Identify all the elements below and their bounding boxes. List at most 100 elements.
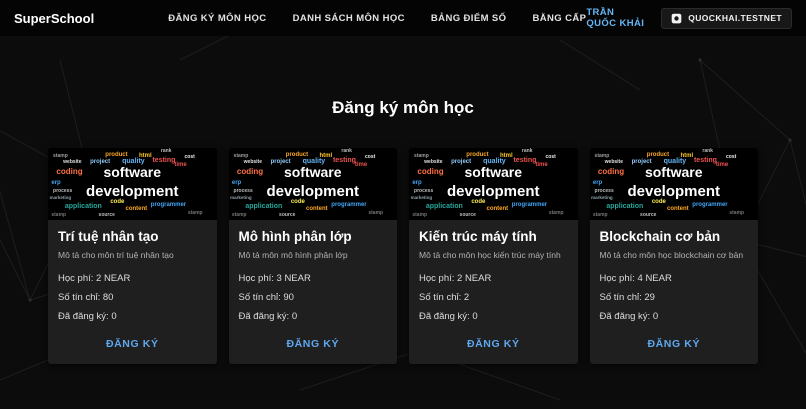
wordcloud-word: application [606,203,644,211]
wordcloud-word: stamp [548,210,564,217]
wordcloud-word: stamp [412,211,428,218]
register-button[interactable]: ĐĂNG KÝ [457,334,530,354]
wordcloud-word: software [644,164,703,181]
wordcloud-word: testing [332,156,356,164]
course-registered: Đã đăng ký: 0 [58,311,117,322]
nav-item-danh-sach-mon-hoc[interactable]: DANH SÁCH MÔN HỌC [293,13,405,24]
course-fee: Học phí: 2 NEAR [58,273,131,284]
user-name-link[interactable]: TRẦN QUỐC KHẢI [586,7,645,29]
course-fee: Học phí: 2 NEAR [419,273,492,284]
wordcloud-word: software [283,164,342,181]
course-title: Mô hình phân lớp [238,229,352,244]
wordcloud-word: content [667,205,689,212]
course-title: Blockchain cơ bản [599,229,721,244]
wordcloud-word: erp [51,179,61,186]
wordcloud-word: coding [417,167,444,177]
wordcloud-word: rank [702,148,713,155]
wordcloud-word: project [631,158,652,165]
course-card: software development rank html product qualit… [228,148,398,364]
wordcloud-word: website [604,159,623,166]
brand-logo[interactable]: SuperSchool [14,11,94,26]
wordcloud-word: website [63,159,82,166]
nav-menu: ĐĂNG KÝ MÔN HỌC DANH SÁCH MÔN HỌC BẢNG Đ… [168,13,586,24]
wordcloud-word: marketing [591,195,613,201]
wordcloud-word: process [53,188,73,195]
course-card-body: Blockchain cơ bản Mô tả cho môn học bloc… [590,220,759,330]
wordcloud-word: coding [56,167,83,177]
wordcloud-word: code [290,199,305,206]
course-description: Mô tả môn mô hình phân lớp [238,250,348,260]
nav-item-dang-ky-mon-hoc[interactable]: ĐĂNG KÝ MÔN HỌC [168,13,266,24]
course-card-body: Mô hình phân lớp Mô tả môn mô hình phân … [229,220,398,330]
wordcloud-word: project [270,158,291,165]
wordcloud-word: coding [597,167,625,177]
wordcloud-word: stamp [51,211,67,218]
wordcloud-word: development [446,183,540,200]
course-registered: Đã đăng ký: 0 [238,311,298,322]
nav-item-bang-cap[interactable]: BẰNG CẤP [532,13,586,24]
course-credits: Số tín chỉ: 80 [58,292,114,303]
wordcloud-word: stamp [53,152,68,159]
wordcloud-word: coding [236,167,264,177]
course-image: software development rank html product qualit… [228,148,397,220]
course-card-body: Trí tuệ nhân tạo Mô tả cho môn trí tuệ n… [48,220,217,330]
wordcloud-word: time [354,162,368,169]
nav-item-bang-diem-so[interactable]: BẢNG ĐIỂM SỐ [431,13,507,24]
wordcloud-word: stamp [368,210,384,217]
wordcloud-word: testing [513,156,537,164]
wordcloud-word: application [64,203,102,211]
course-card-footer: ĐĂNG KÝ [229,330,398,364]
register-button[interactable]: ĐĂNG KÝ [637,334,710,354]
wordcloud-word: rank [521,148,533,155]
wordcloud-word: quality [122,158,145,166]
wordcloud-word: code [110,199,125,206]
wordcloud-word: stamp [729,210,745,217]
wordcloud-word: cost [364,154,376,161]
wordcloud-word: content [125,205,148,212]
course-card-footer: ĐĂNG KÝ [590,330,759,364]
course-card: software development rank html product qualit… [48,148,217,364]
wallet-button[interactable]: QUOCKHAI.TESTNET [661,7,792,29]
wordcloud-word: stamp [187,210,203,217]
course-credits: Số tín chỉ: 2 [419,292,470,303]
course-credits: Số tín chỉ: 90 [238,292,294,303]
wordcloud-word: stamp [233,152,249,159]
wordcloud-word: marketing [410,195,433,201]
wordcloud-word: cost [545,154,556,161]
wordcloud-word: time [535,162,548,169]
wordcloud-word: erp [592,179,603,186]
wordcloud-word: erp [412,179,422,186]
wordcloud-word: software [464,164,523,181]
wordcloud-word: source [98,211,115,218]
wordcloud-word: marketing [230,195,252,201]
wordcloud-word: development [266,183,360,200]
register-button[interactable]: ĐĂNG KÝ [96,334,169,354]
register-button[interactable]: ĐĂNG KÝ [276,334,349,354]
course-registered: Đã đăng ký: 0 [599,311,659,322]
wordcloud-word: process [414,188,434,195]
wordcloud-word: cost [184,154,195,161]
wordcloud-word: code [471,199,486,206]
wordcloud-word: stamp [414,152,429,159]
wordcloud-word: time [715,162,729,169]
course-description: Mô tả cho môn học kiến trúc máy tính [419,250,561,260]
course-description: Mô tả cho môn học blockchain cơ bản [599,250,744,260]
course-card-body: Kiến trúc máy tính Mô tả cho môn học kiế… [409,220,578,330]
wordcloud-word: process [594,188,614,195]
course-fee: Học phí: 4 NEAR [599,273,672,284]
course-image: software development rank html product qualit… [589,148,758,220]
wordcloud-word: quality [483,158,506,166]
course-card-footer: ĐĂNG KÝ [48,330,217,364]
wordcloud-word: quality [302,158,326,166]
course-registered: Đã đăng ký: 0 [419,311,478,322]
page-title: Đăng ký môn học [332,98,474,117]
wordcloud-word: development [627,183,721,200]
wordcloud-word: erp [231,179,242,186]
wordcloud-word: source [459,211,476,218]
course-fee: Học phí: 3 NEAR [238,273,311,284]
wordcloud-word: cost [725,154,737,161]
wordcloud-word: stamp [231,211,247,218]
course-card: software development rank html product qualit… [589,148,759,364]
wordcloud-word: process [233,188,253,195]
wordcloud-word: website [424,159,443,166]
